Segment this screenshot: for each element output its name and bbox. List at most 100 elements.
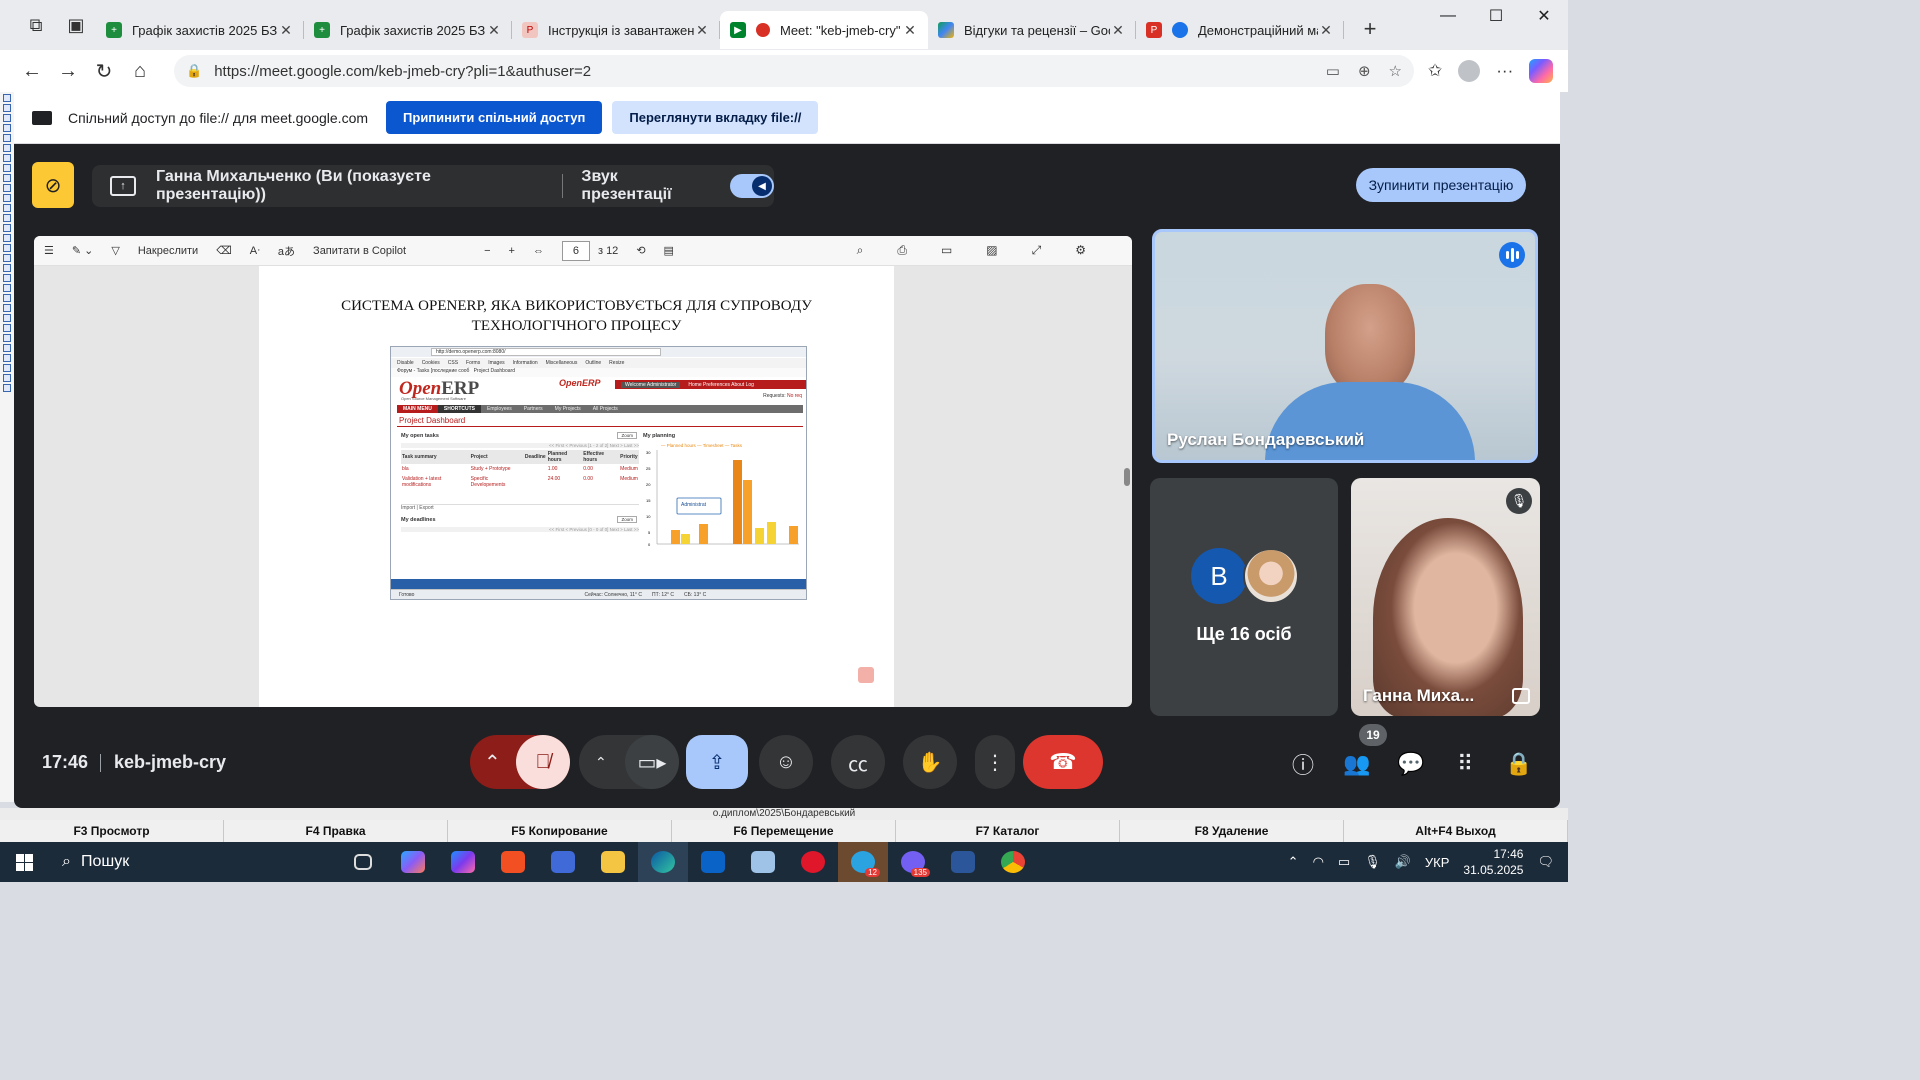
eraser-icon[interactable]: ⌫ xyxy=(216,244,232,257)
mic-off-button[interactable]: 🎙̸ xyxy=(516,735,570,789)
close-tab-icon[interactable]: ✕ xyxy=(278,22,294,39)
copilot-app-icon[interactable] xyxy=(388,842,438,882)
scroll-thumb[interactable] xyxy=(1124,468,1130,486)
taskbar-search[interactable]: ⌕ Пошук xyxy=(48,842,338,882)
close-tab-icon[interactable]: ✕ xyxy=(694,22,710,39)
profile-avatar[interactable] xyxy=(1458,60,1481,82)
new-tab-button[interactable]: + xyxy=(1354,13,1386,45)
stop-presenting-button[interactable]: Зупинити презентацію xyxy=(1356,168,1526,202)
language-indicator[interactable]: УКР xyxy=(1425,855,1450,870)
word-app-icon[interactable] xyxy=(938,842,988,882)
notes-app-icon[interactable] xyxy=(738,842,788,882)
present-screen-button[interactable]: ⇪ xyxy=(686,735,748,789)
copilot-ask-button[interactable]: Запитати в Copilot xyxy=(313,245,406,257)
raise-hand-button[interactable]: ✋ xyxy=(903,735,957,789)
fkey-button[interactable]: F4 Правка xyxy=(224,820,448,842)
site-info-icon[interactable]: 🔒 xyxy=(186,63,202,79)
draw-label[interactable]: Накреслити xyxy=(138,245,198,257)
volume-icon[interactable]: 🔊 xyxy=(1395,854,1411,870)
taskbar-clock[interactable]: 17:46 31.05.2025 xyxy=(1463,846,1523,878)
close-tab-icon[interactable]: ✕ xyxy=(902,22,918,39)
back-icon[interactable]: ← xyxy=(14,55,50,87)
leave-call-button[interactable]: ☎ xyxy=(1023,735,1103,789)
m365-app-icon[interactable] xyxy=(438,842,488,882)
browser-tab[interactable]: P Інструкція із завантаження ✕ xyxy=(512,11,720,49)
view-tab-button[interactable]: Переглянути вкладку file:// xyxy=(612,101,819,134)
others-tile[interactable]: В Ще 16 осіб xyxy=(1150,478,1338,716)
minimize-icon[interactable]: — xyxy=(1424,0,1472,32)
microphone-icon[interactable]: 🎙 xyxy=(1364,854,1381,870)
save-icon[interactable]: ▭ xyxy=(941,243,952,258)
reload-icon[interactable]: ↻ xyxy=(86,55,122,87)
close-tab-icon[interactable]: ✕ xyxy=(486,22,502,39)
workspaces-icon[interactable]: ⧉ xyxy=(16,5,56,45)
rotate-icon[interactable]: ⟲ xyxy=(636,244,645,257)
self-view-tile[interactable]: 🎙 Ганна Миха... xyxy=(1351,478,1540,716)
fit-page-icon[interactable]: ⇔ xyxy=(533,245,544,257)
highlight-icon[interactable]: ✎ ⌄ xyxy=(72,244,94,257)
wifi-icon[interactable]: ◠ xyxy=(1313,854,1324,870)
browser-tab[interactable]: Відгуки та рецензії – Goog ✕ xyxy=(928,11,1136,49)
emoji-reactions-button[interactable]: ☺ xyxy=(759,735,813,789)
more-menu-icon[interactable]: ··· xyxy=(1496,61,1513,81)
fkey-button[interactable]: F8 Удаление xyxy=(1120,820,1344,842)
contents-icon[interactable]: ☰ xyxy=(44,244,54,257)
close-window-icon[interactable]: ✕ xyxy=(1520,0,1568,32)
more-options-button[interactable]: ⋮ xyxy=(975,735,1015,789)
copilot-icon[interactable] xyxy=(1529,59,1554,83)
settings-icon[interactable]: ⚙ xyxy=(1075,243,1086,258)
opera-app-icon[interactable] xyxy=(788,842,838,882)
fullscreen-icon[interactable]: ⤢ xyxy=(1032,243,1042,258)
camera-permission-icon[interactable]: ▭ xyxy=(1326,62,1340,80)
draw-icon[interactable]: ▽ xyxy=(111,244,119,257)
zoom-in-icon[interactable]: + xyxy=(509,245,515,257)
telegram-app-icon[interactable]: 12 xyxy=(838,842,888,882)
chrome-app-icon[interactable] xyxy=(988,842,1038,882)
browser-tab[interactable]: P Демонстраційний ма ✕ xyxy=(1136,11,1344,49)
favorite-star-icon[interactable]: ☆ xyxy=(1389,62,1402,80)
close-tab-icon[interactable]: ✕ xyxy=(1110,22,1126,39)
chevron-up-icon[interactable]: ⌃ xyxy=(1288,854,1299,870)
fkey-button[interactable]: F5 Копирование xyxy=(448,820,672,842)
store-app-icon[interactable] xyxy=(488,842,538,882)
notifications-icon[interactable]: 🗨 xyxy=(1537,854,1554,870)
browser-tab[interactable]: + Графік захистів 2025 БЗ М ✕ xyxy=(304,11,512,49)
battery-icon[interactable]: ▭ xyxy=(1338,854,1350,870)
audio-options-chevron-icon[interactable]: ⌃ xyxy=(484,750,501,775)
save-as-icon[interactable]: ▨ xyxy=(986,243,997,258)
home-icon[interactable]: ⌂ xyxy=(122,55,158,87)
outlook-app-icon[interactable] xyxy=(688,842,738,882)
stop-sharing-button[interactable]: Припинити спільний доступ xyxy=(386,101,603,134)
forward-icon[interactable]: → xyxy=(50,55,86,87)
captions-button[interactable]: ㏄ xyxy=(831,735,885,789)
floppy-app-icon[interactable] xyxy=(538,842,588,882)
read-aloud-icon[interactable]: Aᐧ xyxy=(250,244,260,257)
close-tab-icon[interactable]: ✕ xyxy=(1318,22,1334,39)
edge-browser-icon[interactable] xyxy=(638,842,688,882)
fkey-button[interactable]: F6 Перемещение xyxy=(672,820,896,842)
start-button[interactable] xyxy=(0,842,48,882)
camera-button[interactable]: ▭▸ xyxy=(625,735,679,789)
translate-icon[interactable]: aあ xyxy=(278,243,295,259)
fkey-button[interactable]: F3 Просмотр xyxy=(0,820,224,842)
meeting-info-icon[interactable]: ⓘ xyxy=(1287,748,1319,780)
task-view-icon[interactable] xyxy=(338,842,388,882)
video-options-chevron-icon[interactable]: ⌃ xyxy=(595,754,607,771)
print-icon[interactable]: ⎙ xyxy=(897,243,907,258)
fkey-button[interactable]: F7 Каталог xyxy=(896,820,1120,842)
find-icon[interactable]: ⌕ xyxy=(857,243,864,258)
address-bar[interactable]: 🔒 https://meet.google.com/keb-jmeb-cry?p… xyxy=(174,55,1414,87)
participant-tile-main[interactable]: Руслан Бондаревський xyxy=(1152,229,1538,463)
picture-in-picture-icon[interactable] xyxy=(1512,688,1530,704)
maximize-icon[interactable]: ☐ xyxy=(1472,0,1520,32)
page-view-icon[interactable]: ▤ xyxy=(664,244,674,257)
chat-icon[interactable]: 💬 xyxy=(1395,748,1427,780)
activities-icon[interactable]: ⠿ xyxy=(1449,748,1481,780)
fkey-button[interactable]: Alt+F4 Выход xyxy=(1344,820,1568,842)
host-controls-icon[interactable]: 🔒 xyxy=(1503,748,1535,780)
page-number-input[interactable]: 6 xyxy=(561,240,590,261)
tab-actions-icon[interactable]: ▣ xyxy=(56,5,96,45)
people-icon[interactable]: 👥 xyxy=(1341,748,1373,780)
presentation-audio-toggle[interactable]: ◀ xyxy=(730,174,774,198)
browser-tab-active[interactable]: ▶ Meet: "keb-jmeb-cry" ✕ xyxy=(720,11,928,49)
